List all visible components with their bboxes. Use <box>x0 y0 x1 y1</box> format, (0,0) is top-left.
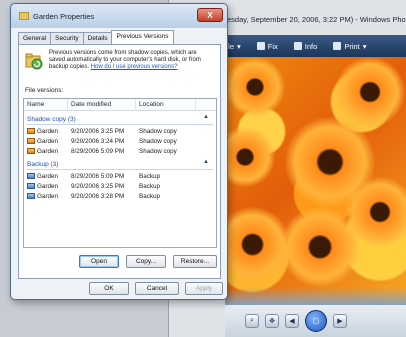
fit-button[interactable]: ✥ <box>265 314 279 328</box>
magnifier-icon: ⌕ <box>250 317 254 324</box>
next-button[interactable]: ▶ <box>333 314 347 328</box>
backup-icon <box>27 183 35 189</box>
collapse-icon[interactable]: ▲ <box>203 159 209 165</box>
flower-image-part <box>225 127 275 187</box>
column-header-name[interactable]: Name <box>24 99 68 110</box>
list-item[interactable]: Garden 9/20/2006 3:25 PM Shadow copy <box>24 126 216 136</box>
info-row: Previous versions come from shadow copie… <box>25 50 215 80</box>
chevron-down-icon: ▾ <box>362 41 367 51</box>
dialog-titlebar[interactable]: Garden Properties X <box>11 4 227 28</box>
copy-button[interactable]: Copy... <box>126 255 166 268</box>
ok-button[interactable]: OK <box>89 282 129 295</box>
backup-icon <box>27 193 35 199</box>
info-button[interactable]: Info <box>286 42 326 51</box>
list-item[interactable]: Garden 9/20/2006 3:25 PM Backup <box>24 181 216 191</box>
gallery-controls: ⌕ ✥ ◀ ▢ ▶ <box>225 305 406 337</box>
column-header-location[interactable]: Location <box>136 99 196 110</box>
backup-icon <box>27 173 35 179</box>
shadow-copy-icon <box>27 138 35 144</box>
folder-icon <box>19 12 29 20</box>
shadow-copy-icon <box>27 148 35 154</box>
apply-button[interactable]: Apply <box>185 282 223 295</box>
tab-security[interactable]: Security <box>50 32 84 44</box>
group-header-shadow-copy[interactable]: Shadow copy (3) ▲ <box>27 114 213 125</box>
list-item[interactable]: Garden 8/29/2006 5:09 PM Backup <box>24 171 216 181</box>
dialog-footer: OK Cancel Apply <box>11 282 229 298</box>
properties-dialog: Garden Properties X General Security Det… <box>10 3 228 300</box>
chevron-down-icon: ▾ <box>237 41 241 51</box>
slideshow-icon: ▢ <box>312 318 320 325</box>
column-header-date[interactable]: Date modified <box>68 99 136 110</box>
slideshow-button[interactable]: ▢ <box>305 310 327 332</box>
flower-image-part <box>335 57 405 127</box>
flower-image-part <box>225 57 285 117</box>
list-header: Name Date modified Location <box>24 99 216 111</box>
open-button[interactable]: Open <box>79 255 119 268</box>
previous-versions-panel: Previous versions come from shadow copie… <box>18 44 221 279</box>
close-button[interactable]: X <box>197 8 223 22</box>
group-header-backup[interactable]: Backup (3) ▲ <box>27 159 213 170</box>
photo-fade <box>225 287 406 305</box>
tab-strip: General Security Details Previous Versio… <box>11 28 227 44</box>
list-item[interactable]: Garden 8/29/2006 5:09 PM Shadow copy <box>24 146 216 156</box>
fix-icon <box>256 42 265 50</box>
zoom-button[interactable]: ⌕ <box>245 314 259 328</box>
tab-details[interactable]: Details <box>82 32 113 44</box>
tab-previous-versions[interactable]: Previous Versions <box>111 30 174 44</box>
file-versions-list[interactable]: Name Date modified Location Shadow copy … <box>23 98 217 248</box>
info-icon <box>293 42 302 50</box>
print-button[interactable]: Print ▾ <box>325 42 374 51</box>
photo-view[interactable] <box>225 57 406 305</box>
previous-icon: ◀ <box>289 318 295 325</box>
fix-button[interactable]: Fix <box>249 42 286 51</box>
help-link[interactable]: How do I use previous versions? <box>91 64 178 70</box>
restore-folder-icon <box>25 53 43 70</box>
cancel-button[interactable]: Cancel <box>135 282 179 295</box>
dialog-title: Garden Properties <box>33 11 95 21</box>
restore-button[interactable]: Restore... <box>173 255 217 268</box>
file-versions-label: File versions: <box>25 87 64 94</box>
fit-icon: ✥ <box>269 318 275 325</box>
version-actions: Open Copy... Restore... <box>19 255 222 273</box>
printer-icon <box>333 42 342 50</box>
list-item[interactable]: Garden 9/20/2006 3:28 PM Backup <box>24 191 216 201</box>
flower-image-part <box>345 177 406 247</box>
info-text: Previous versions come from shadow copie… <box>49 50 201 71</box>
tab-general[interactable]: General <box>18 32 52 44</box>
close-icon: X <box>207 10 213 20</box>
shadow-copy-icon <box>27 128 35 134</box>
previous-button[interactable]: ◀ <box>285 314 299 328</box>
collapse-icon[interactable]: ▲ <box>203 114 209 120</box>
next-icon: ▶ <box>337 318 343 325</box>
list-item[interactable]: Garden 9/20/2006 3:24 PM Shadow copy <box>24 136 216 146</box>
